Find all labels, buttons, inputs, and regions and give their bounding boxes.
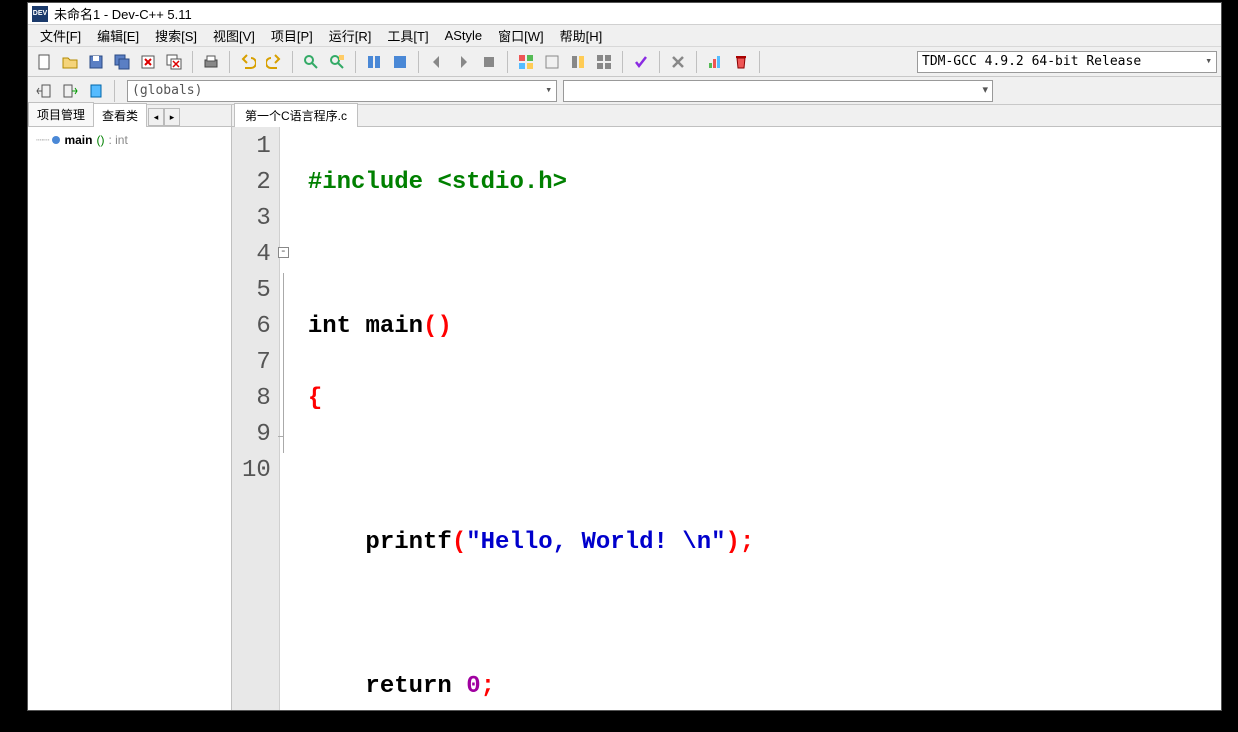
rebuild-icon[interactable] bbox=[540, 50, 564, 74]
replace-icon[interactable] bbox=[325, 50, 349, 74]
tree-fn-parens: () bbox=[96, 133, 104, 147]
toolbar-main: TDM-GCC 4.9.2 64-bit Release bbox=[28, 47, 1221, 77]
prev-error-icon[interactable] bbox=[425, 50, 449, 74]
tree-fn-name: main bbox=[64, 133, 92, 147]
menu-search[interactable]: 搜索[S] bbox=[147, 24, 205, 47]
toolbar-separator bbox=[659, 51, 660, 73]
menu-file[interactable]: 文件[F] bbox=[32, 24, 89, 47]
save-all-icon[interactable] bbox=[110, 50, 134, 74]
compile-run-icon[interactable] bbox=[514, 50, 538, 74]
line-number: 5 bbox=[242, 273, 271, 309]
sidebar: 项目管理 查看类 ◂ ▸ ┈┈ main () : int bbox=[28, 105, 232, 710]
window-title: 未命名1 - Dev-C++ 5.11 bbox=[54, 4, 192, 23]
line-number: 3 bbox=[242, 201, 271, 237]
titlebar: DEV 未命名1 - Dev-C++ 5.11 bbox=[28, 3, 1221, 25]
editor-area: 第一个C语言程序.c 1 2 3 4- 5 6 7 8 9 10 #includ… bbox=[232, 105, 1221, 710]
menu-run[interactable]: 运行[R] bbox=[321, 24, 380, 47]
menu-project[interactable]: 项目[P] bbox=[263, 24, 321, 47]
tree-item-main[interactable]: ┈┈ main () : int bbox=[36, 133, 223, 147]
menu-astyle[interactable]: AStyle bbox=[437, 26, 491, 45]
toolbar-separator bbox=[622, 51, 623, 73]
class-tree: ┈┈ main () : int bbox=[28, 127, 231, 710]
next-error-icon[interactable] bbox=[451, 50, 475, 74]
sidebar-tab-classes[interactable]: 查看类 bbox=[93, 103, 147, 127]
debug-check-icon[interactable] bbox=[629, 50, 653, 74]
app-icon: DEV bbox=[32, 6, 48, 22]
toolbar-separator bbox=[696, 51, 697, 73]
close-all-icon[interactable] bbox=[162, 50, 186, 74]
line-gutter: 1 2 3 4- 5 6 7 8 9 10 bbox=[232, 127, 280, 710]
goto-forward-icon[interactable] bbox=[58, 79, 82, 103]
line-number: 10 bbox=[242, 453, 271, 489]
toolbar-separator bbox=[292, 51, 293, 73]
save-icon[interactable] bbox=[84, 50, 108, 74]
line-number: 9 bbox=[242, 417, 271, 453]
toolbar-separator bbox=[759, 51, 760, 73]
scope-value: (globals) bbox=[132, 83, 202, 98]
new-file-icon[interactable] bbox=[32, 50, 56, 74]
profile-icon[interactable] bbox=[592, 50, 616, 74]
fold-toggle-icon[interactable]: - bbox=[278, 247, 289, 258]
toolbar-separator bbox=[507, 51, 508, 73]
bookmark-icon[interactable] bbox=[84, 79, 108, 103]
menu-view[interactable]: 视图[V] bbox=[205, 24, 263, 47]
menu-edit[interactable]: 编辑[E] bbox=[89, 24, 147, 47]
print-icon[interactable] bbox=[199, 50, 223, 74]
delete-icon[interactable] bbox=[666, 50, 690, 74]
sidebar-nav-prev-icon[interactable]: ◂ bbox=[148, 108, 164, 126]
sidebar-tabstrip: 项目管理 查看类 ◂ ▸ bbox=[28, 105, 231, 127]
sidebar-nav-next-icon[interactable]: ▸ bbox=[164, 108, 180, 126]
toolbar-separator bbox=[418, 51, 419, 73]
app-window: DEV 未命名1 - Dev-C++ 5.11 文件[F] 编辑[E] 搜索[S… bbox=[27, 2, 1222, 711]
toolbar-separator bbox=[192, 51, 193, 73]
line-number: 1 bbox=[242, 129, 271, 165]
code-editor[interactable]: 1 2 3 4- 5 6 7 8 9 10 #include <stdio.h>… bbox=[232, 127, 1221, 710]
menu-help[interactable]: 帮助[H] bbox=[552, 24, 611, 47]
trash-icon[interactable] bbox=[729, 50, 753, 74]
redo-icon[interactable] bbox=[262, 50, 286, 74]
find-icon[interactable] bbox=[299, 50, 323, 74]
toolbar-separator bbox=[114, 80, 115, 102]
compile-icon[interactable] bbox=[362, 50, 386, 74]
menu-tools[interactable]: 工具[T] bbox=[379, 24, 436, 47]
stop-icon[interactable] bbox=[477, 50, 501, 74]
run-icon[interactable] bbox=[388, 50, 412, 74]
editor-tab[interactable]: 第一个C语言程序.c bbox=[234, 103, 358, 127]
body-area: 项目管理 查看类 ◂ ▸ ┈┈ main () : int 第一个C语言程序.c bbox=[28, 105, 1221, 710]
toolbar-separator bbox=[355, 51, 356, 73]
toolbar-secondary: (globals) bbox=[28, 77, 1221, 105]
line-number: 4- bbox=[242, 237, 271, 273]
menubar: 文件[F] 编辑[E] 搜索[S] 视图[V] 项目[P] 运行[R] 工具[T… bbox=[28, 25, 1221, 47]
scope-select[interactable]: (globals) bbox=[127, 80, 557, 102]
syntax-check-icon[interactable] bbox=[566, 50, 590, 74]
toolbar-separator bbox=[229, 51, 230, 73]
line-number: 6 bbox=[242, 309, 271, 345]
line-number: 2 bbox=[242, 165, 271, 201]
open-file-icon[interactable] bbox=[58, 50, 82, 74]
tree-fn-type: : int bbox=[108, 133, 127, 147]
compiler-select[interactable]: TDM-GCC 4.9.2 64-bit Release bbox=[917, 51, 1217, 73]
sidebar-tab-project[interactable]: 项目管理 bbox=[28, 102, 94, 126]
menu-window[interactable]: 窗口[W] bbox=[490, 24, 552, 47]
editor-tabstrip: 第一个C语言程序.c bbox=[232, 105, 1221, 127]
code-text[interactable]: #include <stdio.h> int main() { printf("… bbox=[300, 127, 1221, 710]
undo-icon[interactable] bbox=[236, 50, 260, 74]
line-number: 8 bbox=[242, 381, 271, 417]
compiler-label: TDM-GCC 4.9.2 64-bit Release bbox=[922, 54, 1141, 69]
chart-icon[interactable] bbox=[703, 50, 727, 74]
tree-connector: ┈┈ bbox=[36, 133, 48, 147]
line-number: 7 bbox=[242, 345, 271, 381]
function-icon bbox=[52, 136, 60, 144]
member-select[interactable] bbox=[563, 80, 993, 102]
close-file-icon[interactable] bbox=[136, 50, 160, 74]
goto-back-icon[interactable] bbox=[32, 79, 56, 103]
